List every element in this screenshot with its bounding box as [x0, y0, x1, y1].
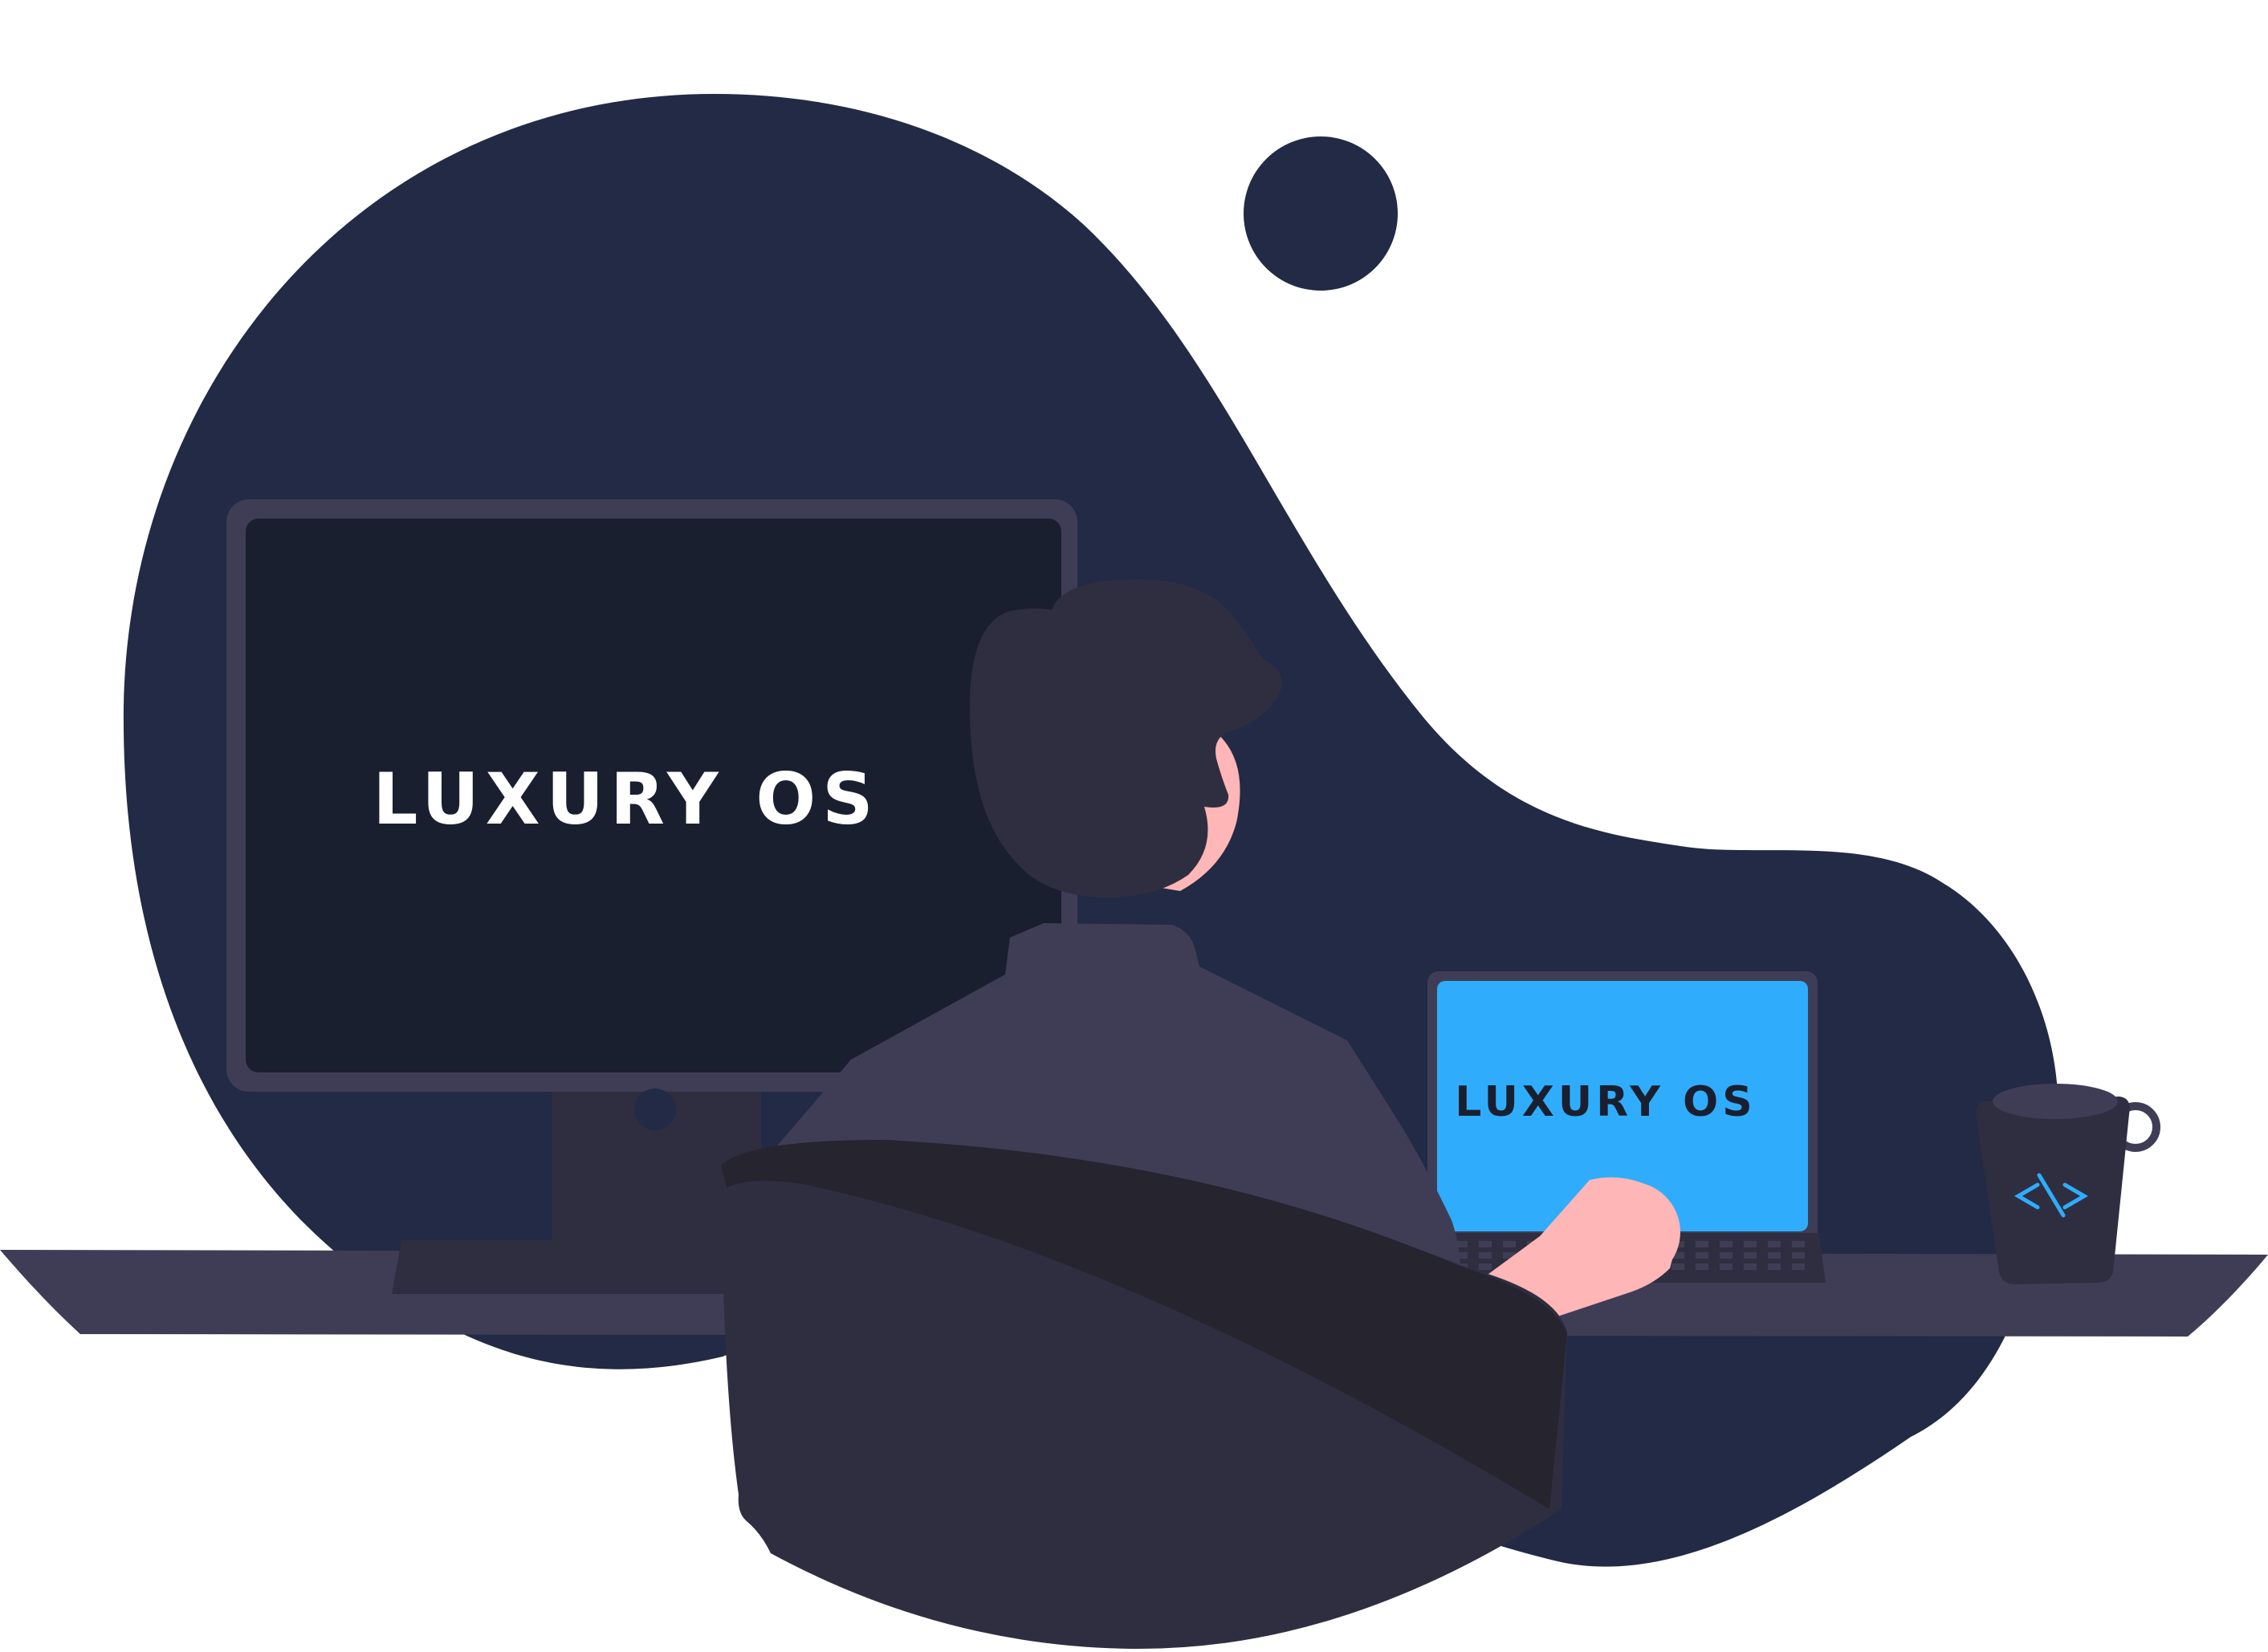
keyboard-key — [1479, 1263, 1492, 1270]
laptop-screen-text: LUXURY OS — [1455, 1078, 1756, 1126]
keyboard-key — [1768, 1252, 1781, 1259]
keyboard-key — [1792, 1252, 1805, 1259]
keyboard-key — [1671, 1263, 1684, 1270]
floating-circle — [1244, 136, 1398, 291]
person-hand — [1579, 1182, 1680, 1283]
keyboard-key — [1744, 1263, 1757, 1270]
keyboard-key — [1696, 1263, 1708, 1270]
keyboard-key — [1768, 1263, 1781, 1270]
monitor-power-button — [634, 1088, 676, 1130]
illustration: LUXURY OS LUXURY OS — [0, 0, 2268, 1649]
keyboard-key — [1696, 1252, 1708, 1259]
keyboard-key — [1720, 1263, 1733, 1270]
keyboard-key — [1744, 1252, 1757, 1259]
keyboard-key — [1744, 1241, 1757, 1247]
keyboard-key — [1479, 1252, 1492, 1259]
illustration-svg: LUXURY OS LUXURY OS — [0, 94, 2268, 1649]
keyboard-key — [1720, 1241, 1733, 1247]
mug-body — [1976, 1097, 2130, 1284]
keyboard-key — [1768, 1241, 1781, 1247]
keyboard-key — [1792, 1241, 1805, 1247]
keyboard-key — [1696, 1241, 1708, 1247]
keyboard-key — [1479, 1241, 1492, 1247]
keyboard-key — [1720, 1252, 1733, 1259]
keyboard-key — [1503, 1241, 1516, 1247]
mug-rim — [1993, 1084, 2118, 1119]
monitor-screen-text: LUXURY OS — [373, 758, 879, 840]
keyboard-key — [1792, 1263, 1805, 1270]
